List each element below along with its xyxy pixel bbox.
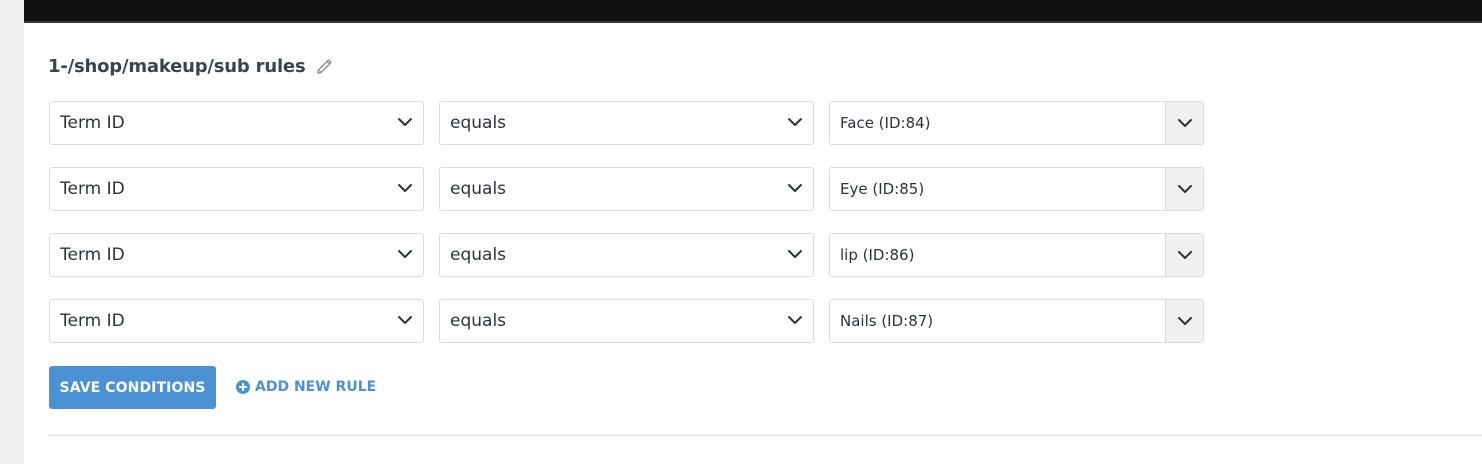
value-select-value: lip (ID:86) [840, 246, 915, 264]
field-select-value: Term ID [60, 113, 125, 133]
chevron-down-icon [788, 184, 802, 192]
value-select[interactable]: Eye (ID:85) [829, 167, 1204, 211]
add-new-rule-label: ADD NEW RULE [255, 379, 377, 395]
value-select-value: Eye (ID:85) [840, 180, 925, 198]
chevron-down-icon [1178, 185, 1192, 193]
field-select[interactable]: Term ID [49, 101, 424, 145]
chevron-down-icon [398, 316, 412, 324]
value-dropdown-toggle[interactable] [1165, 168, 1203, 210]
pencil-icon[interactable] [315, 57, 333, 75]
field-select[interactable]: Term ID [49, 299, 424, 343]
value-dropdown-toggle[interactable] [1165, 102, 1203, 144]
add-new-rule-link[interactable]: ADD NEW RULE [236, 376, 376, 398]
chevron-down-icon [788, 316, 802, 324]
chevron-down-icon [788, 118, 802, 126]
chevron-down-icon [1178, 119, 1192, 127]
operator-select[interactable]: equals [439, 167, 814, 211]
chevron-down-icon [398, 118, 412, 126]
field-select[interactable]: Term ID [49, 167, 424, 211]
field-select-value: Term ID [60, 245, 125, 265]
chevron-down-icon [398, 184, 412, 192]
operator-select[interactable]: equals [439, 233, 814, 277]
save-conditions-button[interactable]: SAVE CONDITIONS [49, 366, 216, 409]
operator-select-value: equals [450, 311, 507, 331]
rule-group-title: 1-/shop/makeup/sub rules [48, 55, 306, 77]
section-divider [48, 435, 1482, 436]
value-select[interactable]: lip (ID:86) [829, 233, 1204, 277]
field-select[interactable]: Term ID [49, 233, 424, 277]
value-select[interactable]: Nails (ID:87) [829, 299, 1204, 343]
operator-select[interactable]: equals [439, 101, 814, 145]
field-select-value: Term ID [60, 311, 125, 331]
value-select-value: Face (ID:84) [840, 114, 931, 132]
chevron-down-icon [1178, 251, 1192, 259]
value-select-value: Nails (ID:87) [840, 312, 934, 330]
operator-select-value: equals [450, 113, 507, 133]
plus-circle-icon [236, 380, 250, 394]
chevron-down-icon [788, 250, 802, 258]
operator-select-value: equals [450, 245, 507, 265]
admin-sidebar-edge [0, 0, 24, 464]
chevron-down-icon [1178, 317, 1192, 325]
chevron-down-icon [398, 250, 412, 258]
operator-select-value: equals [450, 179, 507, 199]
admin-top-bar [24, 0, 1482, 23]
operator-select[interactable]: equals [439, 299, 814, 343]
field-select-value: Term ID [60, 179, 125, 199]
rule-group-header: 1-/shop/makeup/sub rules [48, 53, 333, 79]
value-dropdown-toggle[interactable] [1165, 300, 1203, 342]
value-dropdown-toggle[interactable] [1165, 234, 1203, 276]
value-select[interactable]: Face (ID:84) [829, 101, 1204, 145]
